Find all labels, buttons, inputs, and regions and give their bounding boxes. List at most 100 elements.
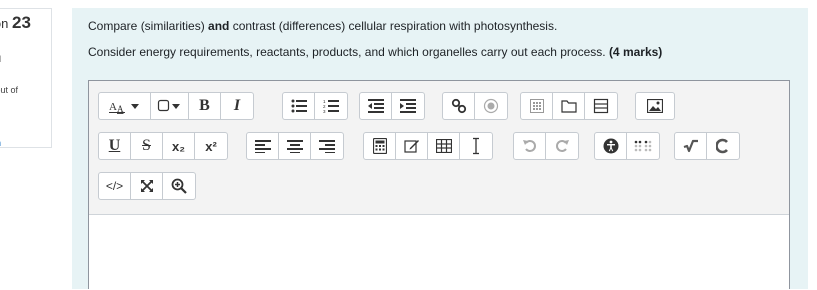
- question-line-2: Consider energy requirements, reactants,…: [88, 44, 788, 60]
- unlink-button[interactable]: [475, 93, 507, 119]
- text-format-group: U S x₂ x²: [98, 132, 228, 160]
- media-icon: [593, 98, 609, 114]
- accessibility-icon: [603, 138, 618, 154]
- fullscreen-icon: [140, 180, 153, 192]
- strikethrough-button[interactable]: S: [131, 133, 163, 159]
- flag-question-link[interactable]: g on: [0, 125, 1, 149]
- paragraph-style-button[interactable]: [151, 93, 189, 119]
- align-right-button[interactable]: [311, 133, 343, 159]
- question-line-2-text: Consider energy requirements, reactants,…: [88, 45, 609, 59]
- fullscreen-button[interactable]: [131, 173, 163, 199]
- list-group: 1 2 3: [282, 92, 348, 120]
- text-cursor-icon: [473, 137, 479, 155]
- flag-question-line1[interactable]: g: [0, 125, 1, 137]
- align-right-icon: [319, 140, 335, 153]
- link-icon: [451, 98, 466, 114]
- image-button[interactable]: [636, 93, 674, 119]
- font-style-group: A A B I: [98, 92, 254, 120]
- link-group: [442, 92, 508, 120]
- equation-button[interactable]: [364, 133, 396, 159]
- redo-button[interactable]: [546, 133, 578, 159]
- align-left-icon: [254, 140, 271, 153]
- zoom-button[interactable]: [163, 173, 195, 199]
- redo-icon: [556, 140, 569, 152]
- undo-icon: [522, 140, 536, 152]
- underline-button[interactable]: U: [99, 133, 131, 159]
- align-center-icon: [286, 140, 303, 153]
- question-line-1: Compare (similarities) and contrast (dif…: [88, 18, 788, 34]
- align-left-button[interactable]: [247, 133, 279, 159]
- superscript-button[interactable]: x²: [195, 133, 227, 159]
- answer-editor: A A B I 1 2 3 U S x₂ x² </>: [88, 80, 790, 290]
- view-group: </>: [98, 172, 196, 200]
- question-line-2-bold: (4 marks): [608, 45, 663, 59]
- question-line-1-rest: contrast (differences) cellular respirat…: [229, 19, 558, 33]
- chemistry-icon: [716, 138, 728, 154]
- emoji-picker-button[interactable]: [521, 93, 553, 119]
- indent-button[interactable]: [392, 93, 424, 119]
- question-state-line1: t: [0, 41, 1, 53]
- manage-files-button[interactable]: [553, 93, 585, 119]
- editor-toolbar: A A B I 1 2 3 U S x₂ x² </>: [89, 81, 789, 215]
- clear-formatting-button[interactable]: [460, 133, 492, 159]
- question-number: ion 23: [0, 13, 31, 33]
- calculator-icon: [372, 138, 387, 154]
- alignment-group: [246, 132, 344, 160]
- question-content: Compare (similarities) and contrast (dif…: [72, 8, 808, 290]
- question-number-value: 23: [11, 13, 31, 32]
- emoji-grid-icon: [529, 99, 544, 113]
- paragraph-style-icon: [157, 99, 180, 112]
- insert-group: [363, 132, 493, 160]
- math-group: [674, 132, 740, 160]
- braille-button[interactable]: [627, 133, 659, 159]
- superscript-label: x²: [205, 138, 217, 154]
- italic-label: I: [233, 97, 241, 114]
- subscript-button[interactable]: x₂: [163, 133, 195, 159]
- flag-question-line2[interactable]: on: [0, 137, 1, 149]
- zoom-in-icon: [171, 178, 187, 194]
- question-line-1-bold: and: [208, 19, 230, 33]
- question-mark: l out of: [0, 85, 19, 95]
- editor-content-area[interactable]: [89, 215, 789, 290]
- accessibility-checker-button[interactable]: [595, 133, 627, 159]
- question-state-line2: ed: [0, 53, 1, 65]
- outdent-icon: [367, 99, 384, 113]
- history-group: [513, 132, 579, 160]
- outdent-button[interactable]: [360, 93, 392, 119]
- table-button[interactable]: [428, 133, 460, 159]
- indent-group: [359, 92, 425, 120]
- italic-button[interactable]: I: [221, 93, 253, 119]
- chemistry-editor-button[interactable]: [707, 133, 739, 159]
- underline-label: U: [108, 137, 121, 154]
- edit-icon: [403, 140, 419, 153]
- html-source-button[interactable]: </>: [99, 173, 131, 199]
- question-info-panel: ion 23 t ed l out of g on: [0, 8, 52, 148]
- question-state: t ed: [0, 41, 1, 65]
- bold-button[interactable]: B: [189, 93, 221, 119]
- ordered-list-icon: 1 2 3: [323, 99, 339, 113]
- accessibility-group: [594, 132, 660, 160]
- unordered-list-button[interactable]: [283, 93, 315, 119]
- ordered-list-button[interactable]: 1 2 3: [315, 93, 347, 119]
- html-label: </>: [105, 179, 124, 193]
- media-group: [520, 92, 618, 120]
- subscript-label: x₂: [171, 138, 185, 154]
- unlink-icon: [483, 98, 499, 114]
- font-style-button[interactable]: A A: [99, 93, 151, 119]
- math-editor-button[interactable]: [675, 133, 707, 159]
- table-icon: [435, 139, 452, 153]
- font-style-icon: A A: [108, 101, 139, 114]
- square-root-icon: [683, 139, 698, 153]
- unordered-list-icon: [291, 99, 307, 113]
- braille-icon: [634, 140, 652, 152]
- bold-label: B: [199, 97, 210, 114]
- align-center-button[interactable]: [279, 133, 311, 159]
- question-line-1-text: Compare (similarities): [88, 19, 209, 33]
- media-button[interactable]: [585, 93, 617, 119]
- undo-button[interactable]: [514, 133, 546, 159]
- image-group: [635, 92, 675, 120]
- strikethrough-label: S: [142, 137, 151, 154]
- link-button[interactable]: [443, 93, 475, 119]
- folder-icon: [560, 100, 577, 113]
- edit-button[interactable]: [396, 133, 428, 159]
